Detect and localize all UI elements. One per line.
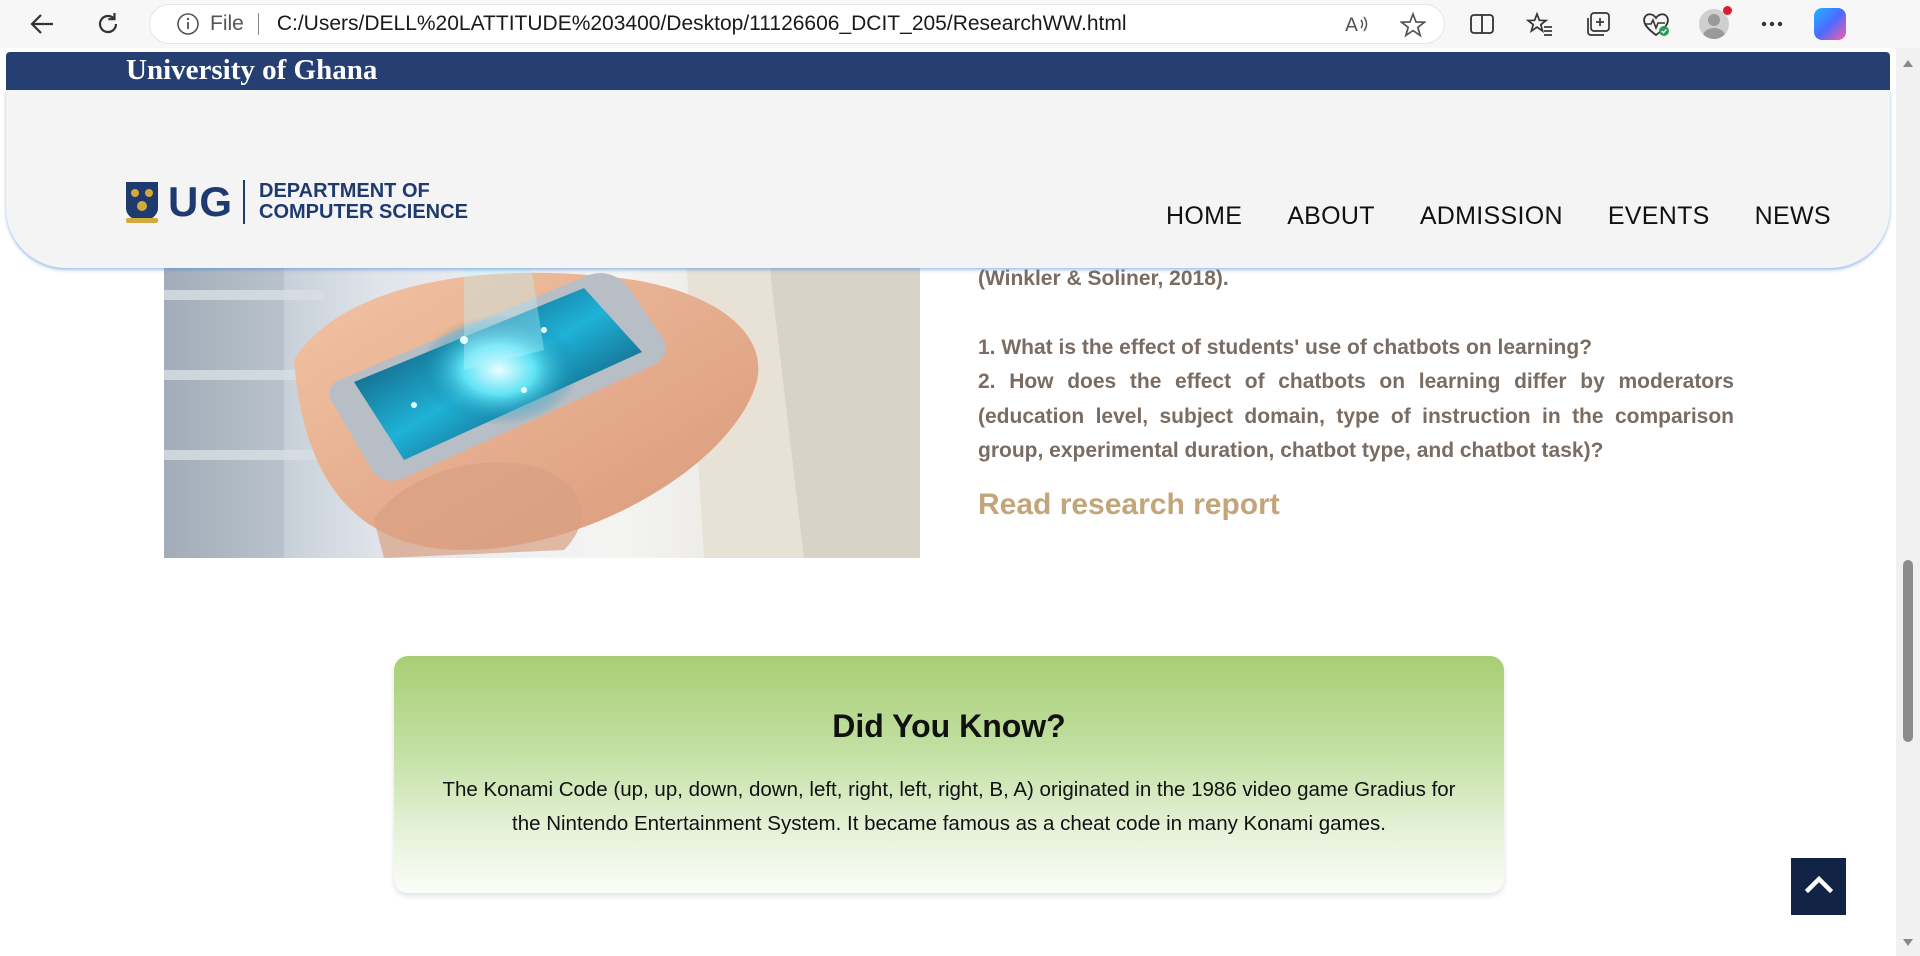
favorite-star-icon[interactable] xyxy=(1399,11,1427,43)
dept-line-1: DEPARTMENT OF xyxy=(259,180,430,202)
logo-divider xyxy=(243,180,245,224)
nav-home[interactable]: HOME xyxy=(1166,202,1242,231)
main-navigation: HOME ABOUT ADMISSION EVENTS NEWS xyxy=(1166,202,1831,231)
chevron-up-icon xyxy=(1804,875,1833,898)
refresh-icon[interactable] xyxy=(88,4,128,44)
research-questions: (Winkler & Soliner, 2018). 1. What is th… xyxy=(978,262,1734,469)
nav-about[interactable]: ABOUT xyxy=(1287,202,1375,231)
file-scheme-label: File xyxy=(210,12,244,35)
page-viewport: (Winkler & Soliner, 2018). 1. What is th… xyxy=(0,48,1896,956)
address-divider xyxy=(257,13,259,35)
research-question-1: 1. What is the effect of students' use o… xyxy=(978,335,1593,359)
info-icon[interactable] xyxy=(176,12,200,36)
favorites-icon[interactable] xyxy=(1524,8,1556,40)
department-name: DEPARTMENT OF COMPUTER SCIENCE xyxy=(259,181,468,223)
back-to-top-button[interactable] xyxy=(1791,858,1846,915)
university-name: University of Ghana xyxy=(126,54,378,86)
collections-icon[interactable] xyxy=(1582,8,1614,40)
split-screen-icon[interactable] xyxy=(1466,8,1498,40)
nav-news[interactable]: NEWS xyxy=(1755,202,1831,231)
chatbot-smartphone-image xyxy=(164,220,920,558)
did-you-know-body: The Konami Code (up, up, down, down, lef… xyxy=(442,778,1456,835)
browser-toolbar: File C:/Users/DELL%20LATTITUDE%203400/De… xyxy=(0,0,1920,48)
research-question-2: 2. How does the effect of chatbots on le… xyxy=(978,370,1734,462)
scroll-down-arrow-icon[interactable] xyxy=(1903,939,1913,946)
university-banner: University of Ghana xyxy=(6,52,1890,90)
scrollbar-thumb[interactable] xyxy=(1903,560,1913,742)
svg-text:A: A xyxy=(1345,14,1358,36)
did-you-know-title: Did You Know? xyxy=(832,708,1066,744)
read-aloud-icon[interactable]: A xyxy=(1344,12,1370,43)
department-logo[interactable]: UG DEPARTMENT OF COMPUTER SCIENCE xyxy=(124,178,468,226)
url-text[interactable]: C:/Users/DELL%20LATTITUDE%203400/Desktop… xyxy=(277,12,1127,36)
did-you-know-card: Did You Know? The Konami Code (up, up, d… xyxy=(394,656,1504,893)
copilot-icon[interactable] xyxy=(1814,8,1846,40)
address-bar[interactable]: File C:/Users/DELL%20LATTITUDE%203400/De… xyxy=(150,5,1444,43)
nav-admission[interactable]: ADMISSION xyxy=(1420,202,1563,231)
vertical-scrollbar[interactable] xyxy=(1896,48,1920,956)
scroll-up-arrow-icon[interactable] xyxy=(1903,60,1913,67)
nav-events[interactable]: EVENTS xyxy=(1608,202,1710,231)
browser-health-icon[interactable] xyxy=(1640,8,1672,40)
more-menu-icon[interactable] xyxy=(1756,8,1788,40)
ug-crest-icon xyxy=(124,180,160,224)
read-research-report-link[interactable]: Read research report xyxy=(978,488,1280,522)
back-arrow-icon[interactable] xyxy=(22,4,62,44)
profile-avatar-icon[interactable] xyxy=(1698,6,1732,40)
site-header: UG DEPARTMENT OF COMPUTER SCIENCE HOME A… xyxy=(6,90,1890,268)
dept-line-2: COMPUTER SCIENCE xyxy=(259,201,468,223)
logo-ug-text: UG xyxy=(168,178,233,225)
